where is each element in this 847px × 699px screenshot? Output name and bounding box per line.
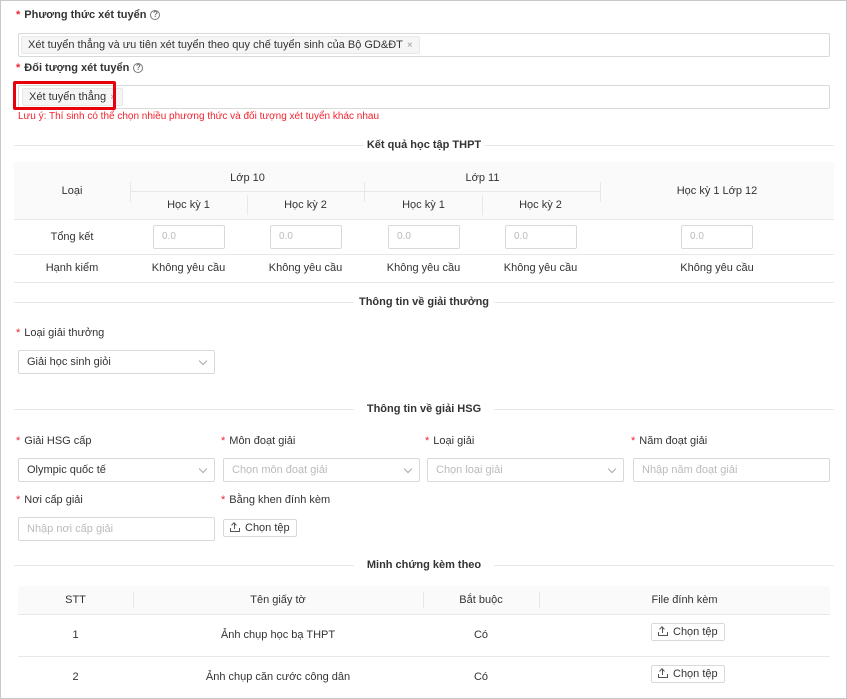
phuong-thuc-tag: Xét tuyển thẳng và ưu tiên xét tuyển the…: [21, 36, 420, 54]
loai-giai-thuong-select[interactable]: Giải học sinh giỏi: [18, 350, 215, 374]
conduct-lop10-hk2: Không yêu cầu: [268, 262, 343, 274]
docs-row-required: Có: [473, 629, 489, 641]
upload-icon: [658, 626, 668, 636]
ket-qua-title: Kết quả học tập THPT: [14, 139, 834, 151]
bang-khen-label: * Bằng khen đính kèm: [221, 494, 331, 506]
hsg-cap-select[interactable]: Olympic quốc tế: [18, 458, 215, 482]
noi-cap-giai-label: * Nơi cấp giải: [16, 494, 83, 506]
row-tong-ket-label: Tổng kết: [50, 231, 94, 243]
docs-col-required: Bắt buộc: [459, 594, 503, 606]
docs-col-name: Tên giấy tờ: [250, 594, 306, 606]
chevron-down-icon: [607, 464, 617, 474]
conduct-lop11-hk2: Không yêu cầu: [503, 262, 578, 274]
doi-tuong-select[interactable]: [18, 85, 830, 109]
highlight-box: [13, 81, 116, 110]
upload-icon: [230, 522, 240, 532]
hsg-cap-label: * Giải HSG cấp: [16, 435, 92, 447]
mon-doat-giai-select[interactable]: Chọn môn đoạt giải: [223, 458, 420, 482]
docs-col-stt: STT: [65, 594, 86, 606]
upload-icon: [658, 668, 668, 678]
docs-row-name: Ảnh chụp căn cước công dân: [205, 671, 351, 683]
conduct-lop11-hk1: Không yêu cầu: [386, 262, 461, 274]
score-lop11-hk2-input[interactable]: 0.0: [505, 225, 577, 249]
col-lop12: Học kỳ 1 Lớp 12: [676, 185, 758, 197]
score-lop12-hk1-input[interactable]: 0.0: [681, 225, 753, 249]
bang-khen-upload-button[interactable]: Chọn tệp: [223, 519, 297, 537]
nam-doat-giai-input[interactable]: Nhập năm đoạt giải: [633, 458, 830, 482]
giai-thuong-title: Thông tin về giải thưởng: [14, 296, 834, 308]
help-icon[interactable]: ?: [150, 10, 161, 20]
warning-note: Lưu ý: Thí sinh có thể chọn nhiều phương…: [18, 111, 380, 122]
loai-giai-label: * Loại giải: [425, 435, 475, 447]
divider: [14, 282, 834, 283]
help-icon[interactable]: ?: [133, 63, 144, 73]
score-lop10-hk1-input[interactable]: 0.0: [153, 225, 225, 249]
col-lop11-hk1: Học kỳ 1: [402, 199, 445, 211]
col-lop10-hk1: Học kỳ 1: [167, 199, 210, 211]
divider: [18, 614, 830, 615]
docs-row-stt: 1: [72, 629, 79, 641]
chevron-down-icon: [198, 464, 208, 474]
docs-row-stt: 2: [72, 671, 79, 683]
docs-col-file: File đính kèm: [651, 594, 718, 606]
col-lop11-hk2: Học kỳ 2: [519, 199, 562, 211]
docs-upload-button[interactable]: Chọn tệp: [651, 623, 725, 641]
conduct-lop12-hk1: Không yêu cầu: [680, 262, 754, 274]
close-icon[interactable]: ×: [407, 40, 413, 51]
docs-row-required: Có: [473, 671, 489, 683]
chevron-down-icon: [403, 464, 413, 474]
giai-hsg-title: Thông tin về giải HSG: [14, 403, 834, 415]
noi-cap-giai-input[interactable]: Nhập nơi cấp giải: [18, 517, 215, 541]
col-lop10: Lớp 10: [230, 172, 265, 184]
score-lop10-hk2-input[interactable]: 0.0: [270, 225, 342, 249]
docs-row-name: Ảnh chụp học bạ THPT: [220, 629, 336, 641]
score-lop11-hk1-input[interactable]: 0.0: [388, 225, 460, 249]
minh-chung-title: Minh chứng kèm theo: [14, 559, 834, 571]
col-lop10-hk2: Học kỳ 2: [284, 199, 327, 211]
docs-upload-button[interactable]: Chọn tệp: [651, 665, 725, 683]
phuong-thuc-label: * Phương thức xét tuyển?: [16, 9, 161, 21]
chevron-down-icon: [198, 356, 208, 366]
col-lop11: Lớp 11: [465, 172, 500, 184]
divider: [14, 254, 834, 255]
row-hanh-kiem-label: Hạnh kiểm: [45, 262, 99, 274]
divider: [130, 191, 600, 192]
loai-giai-select[interactable]: Chọn loại giải: [427, 458, 624, 482]
col-loai: Loại: [61, 185, 83, 197]
divider: [18, 656, 830, 657]
loai-giai-thuong-label: * Loại giải thưởng: [16, 327, 105, 339]
mon-doat-giai-label: * Môn đoạt giải: [221, 435, 296, 447]
divider: [14, 219, 834, 220]
nam-doat-giai-label: * Năm đoạt giải: [631, 435, 708, 447]
conduct-lop10-hk1: Không yêu cầu: [151, 262, 226, 274]
doi-tuong-label: * Đối tượng xét tuyển?: [16, 62, 144, 74]
